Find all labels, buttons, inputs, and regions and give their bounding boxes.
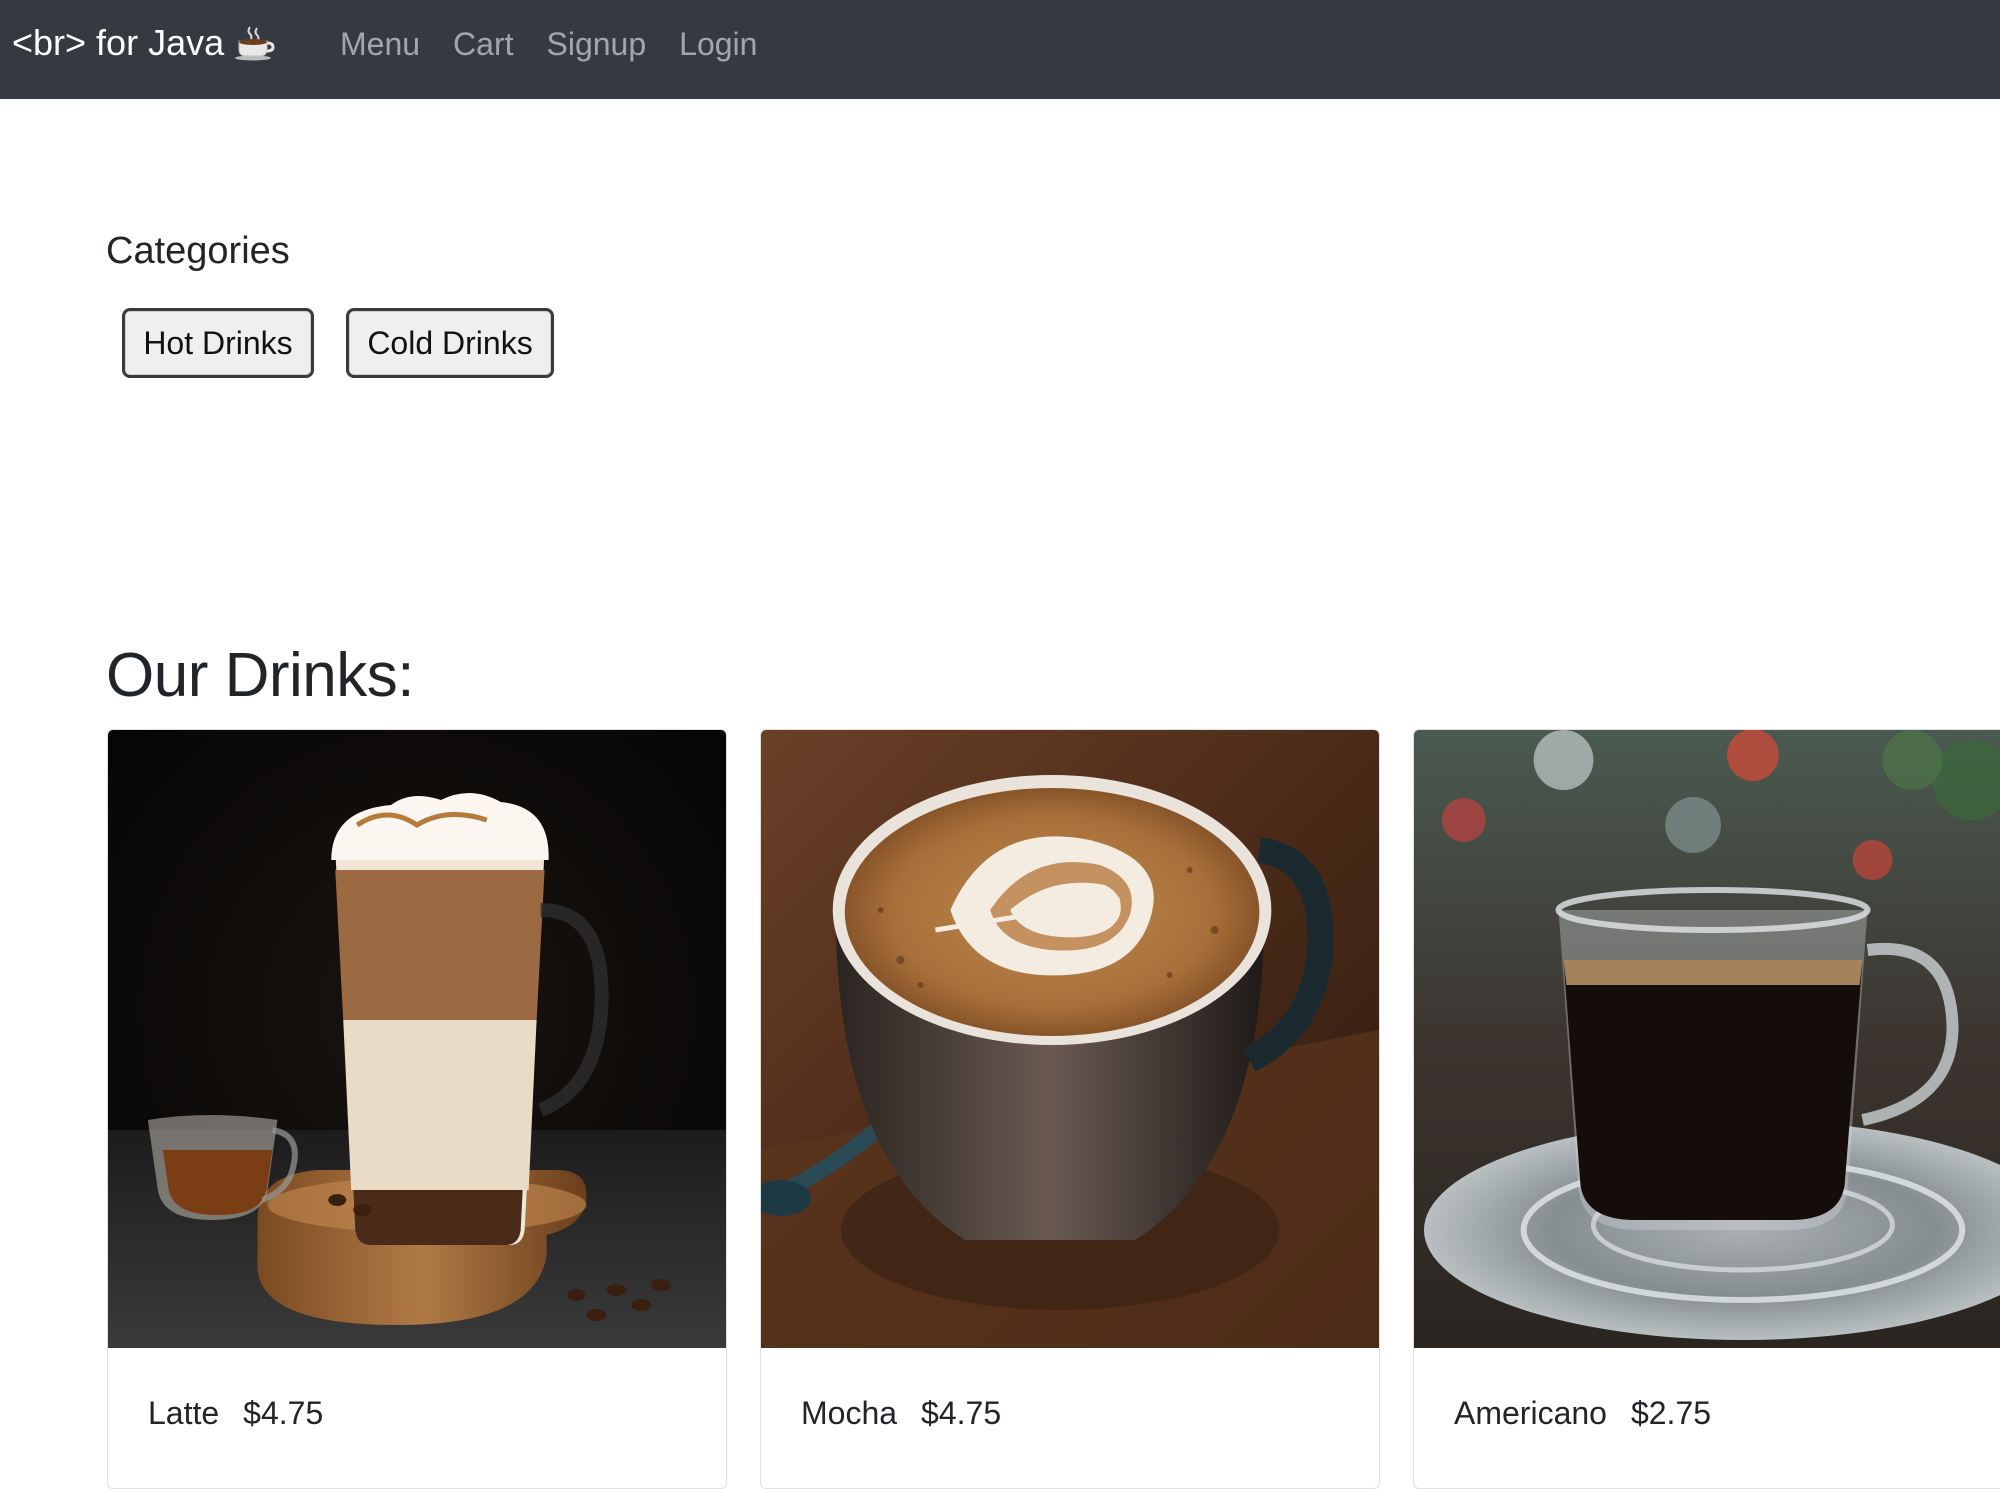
nav-link-login[interactable]: Login <box>679 26 757 63</box>
cold-drinks-button[interactable]: Cold Drinks <box>346 308 554 378</box>
nav-links: Menu Cart Signup Login <box>340 26 790 63</box>
brand[interactable]: <br> for Java <box>12 22 276 64</box>
categories-heading: Categories <box>106 230 290 272</box>
drinks-heading: Our Drinks: <box>106 641 414 710</box>
nav-link-cart[interactable]: Cart <box>453 26 513 63</box>
drink-name: Mocha <box>801 1395 898 1431</box>
americano-image[interactable] <box>1414 730 2000 1348</box>
drink-price: $4.75 <box>921 1395 1002 1431</box>
latte-image[interactable] <box>108 730 726 1348</box>
drink-card-americano[interactable]: Americano $2.75 <box>1413 729 2000 1489</box>
mocha-image[interactable] <box>761 730 1379 1348</box>
card-body: Americano $2.75 <box>1454 1395 1711 1432</box>
drink-price: $2.75 <box>1630 1395 1712 1431</box>
coffee-cup-icon <box>235 26 275 61</box>
drink-card-mocha[interactable]: Mocha $4.75 <box>760 729 1380 1489</box>
top-navbar: <br> for Java Menu Cart Signup Login <box>0 0 2000 99</box>
drink-name: Americano <box>1454 1395 1607 1431</box>
brand-name[interactable]: <br> for Java <box>12 22 224 64</box>
drink-name: Latte <box>148 1395 220 1431</box>
nav-link-menu[interactable]: Menu <box>340 26 420 63</box>
drink-price: $4.75 <box>243 1395 324 1431</box>
card-body: Latte $4.75 <box>148 1395 323 1432</box>
drink-card-latte[interactable]: Latte $4.75 <box>107 729 727 1489</box>
nav-link-signup[interactable]: Signup <box>547 26 647 63</box>
card-body: Mocha $4.75 <box>801 1395 1001 1432</box>
hot-drinks-button[interactable]: Hot Drinks <box>122 308 314 378</box>
